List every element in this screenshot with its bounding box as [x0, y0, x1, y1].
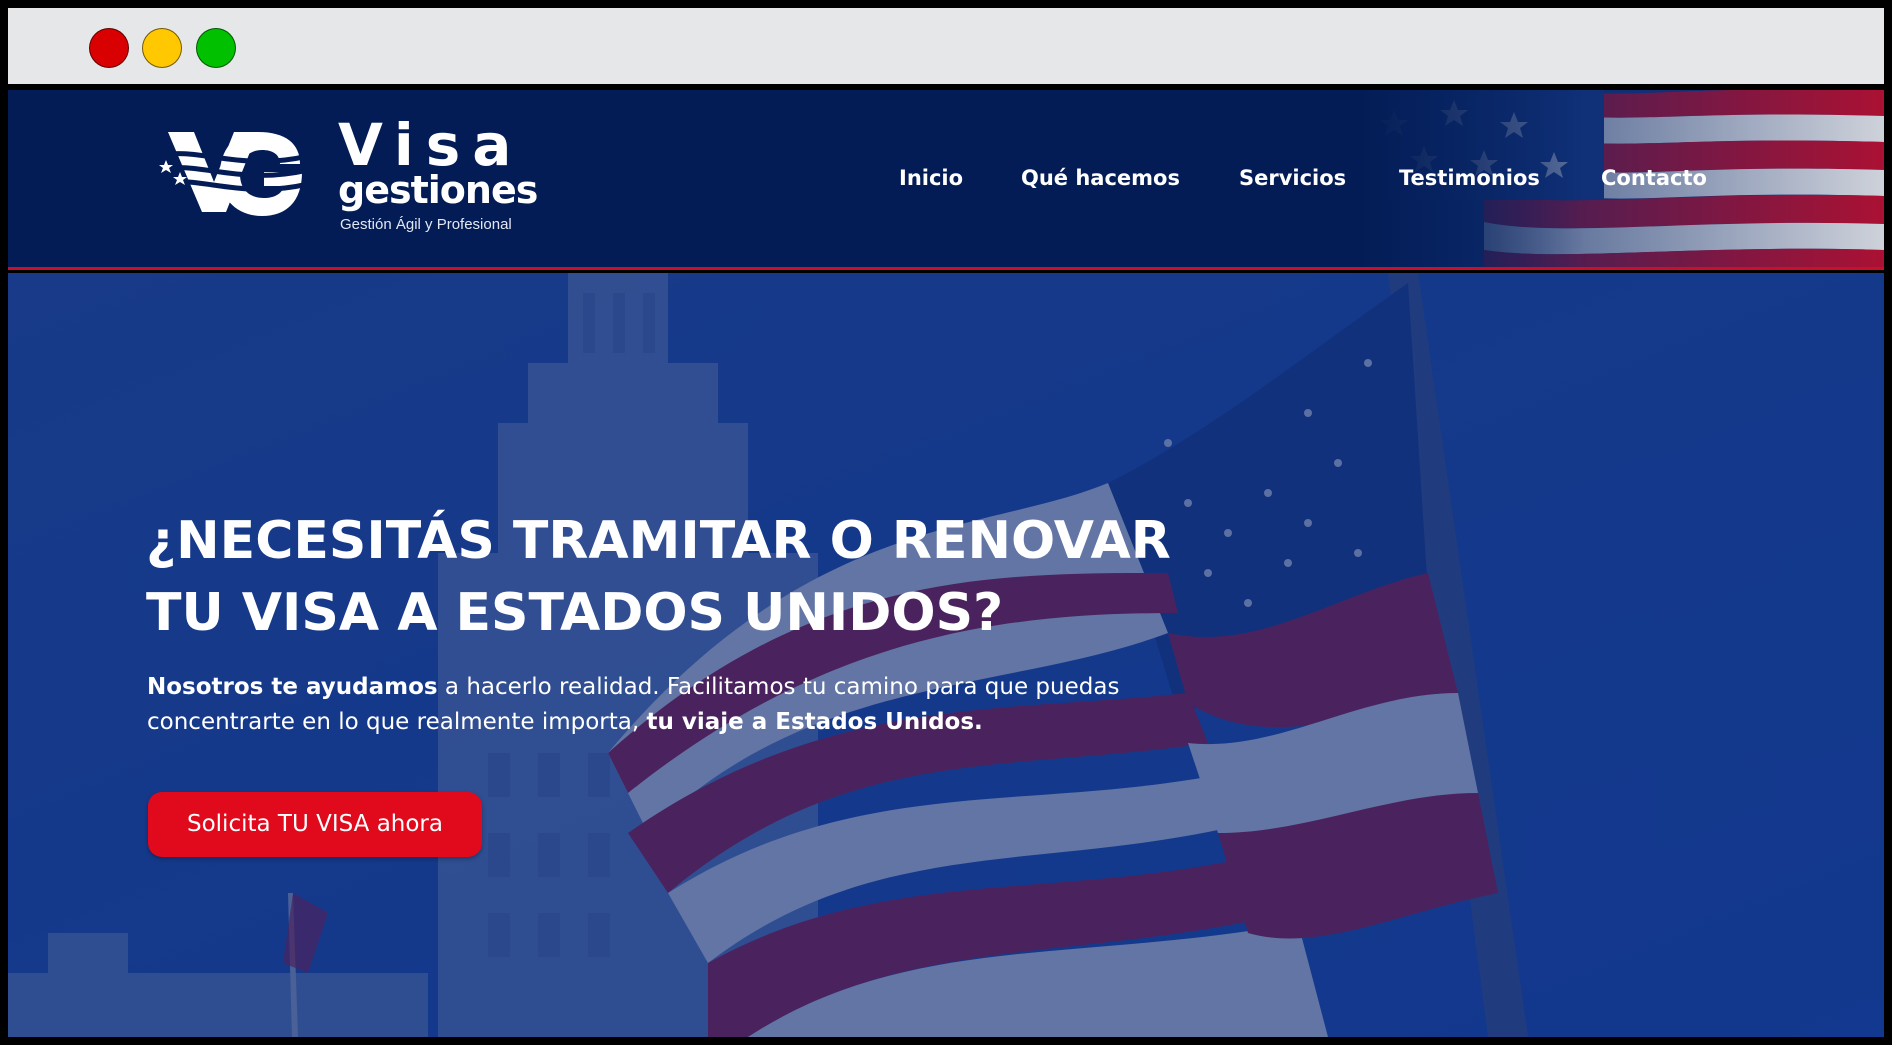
maximize-window-button[interactable]: [196, 28, 236, 68]
nav-item-servicios[interactable]: Servicios: [1239, 164, 1346, 192]
main-nav: Inicio Qué hacemos Servicios Testimonios…: [8, 164, 1884, 194]
minimize-window-button[interactable]: [142, 28, 182, 68]
nav-item-contacto[interactable]: Contacto: [1601, 164, 1707, 192]
hero-title-line-2: TU VISA A ESTADOS UNIDOS?: [146, 583, 1004, 643]
hero-title: ¿NECESITÁS TRAMITAR O RENOVAR TU VISA A …: [146, 505, 1346, 649]
hero-desc-bold-2: tu viaje a Estados Unidos.: [646, 709, 983, 735]
logo-tagline: Gestión Ágil y Profesional: [340, 216, 512, 233]
site-header: Visa gestiones Gestión Ágil y Profesiona…: [8, 90, 1884, 270]
close-window-button[interactable]: [89, 28, 129, 68]
nav-item-que-hacemos[interactable]: Qué hacemos: [1021, 164, 1180, 192]
nav-item-testimonios[interactable]: Testimonios: [1399, 164, 1540, 192]
hero-description: Nosotros te ayudamos a hacerlo realidad.…: [147, 670, 1147, 740]
hero-section: ¿NECESITÁS TRAMITAR O RENOVAR TU VISA A …: [8, 273, 1884, 1037]
browser-window: Visa gestiones Gestión Ágil y Profesiona…: [8, 8, 1884, 1037]
browser-titlebar: [8, 8, 1884, 84]
hero-title-line-1: ¿NECESITÁS TRAMITAR O RENOVAR: [146, 511, 1171, 571]
hero-overlay: [8, 273, 1884, 1037]
nav-item-inicio[interactable]: Inicio: [899, 164, 963, 192]
solicita-visa-button[interactable]: Solicita TU VISA ahora: [148, 792, 482, 857]
hero-desc-bold-1: Nosotros te ayudamos: [147, 674, 438, 700]
